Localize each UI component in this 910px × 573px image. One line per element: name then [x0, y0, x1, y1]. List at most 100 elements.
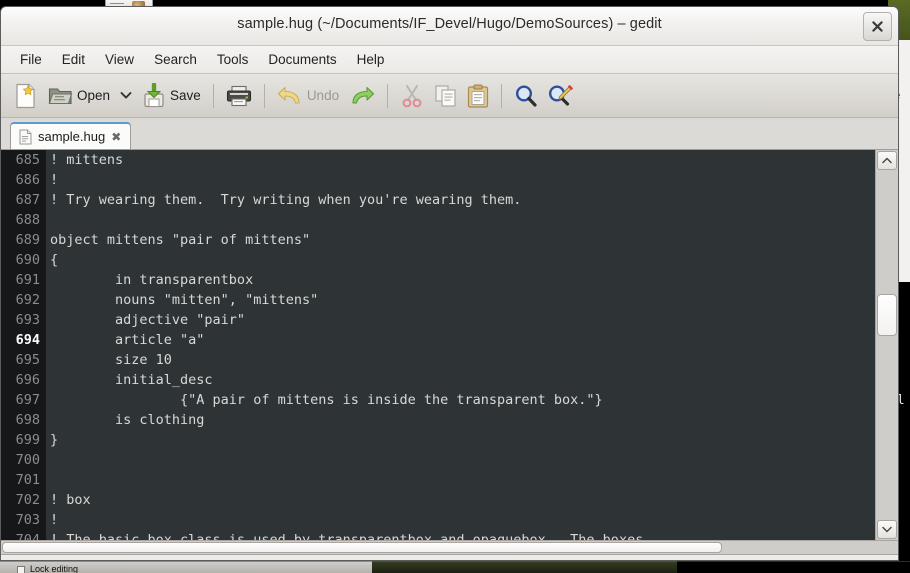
toolbar: Open Save Undo: [1, 74, 898, 118]
close-icon: [872, 21, 883, 32]
line-number: 689: [15, 232, 40, 248]
code-line[interactable]: {"A pair of mittens is inside the transp…: [46, 390, 874, 410]
find-replace-icon: [549, 84, 573, 106]
open-folder-icon: [48, 87, 73, 104]
save-icon: [144, 83, 164, 108]
menu-bar: File Edit View Search Tools Documents He…: [1, 46, 898, 74]
vertical-scrollbar[interactable]: [875, 150, 898, 540]
undo-button[interactable]: Undo: [272, 79, 344, 113]
vertical-scrollbar-thumb[interactable]: [877, 294, 897, 336]
code-line[interactable]: [46, 470, 874, 490]
line-number: 691: [15, 272, 40, 288]
line-number: 695: [15, 352, 40, 368]
taskbar-item-label: Lock editing: [30, 564, 79, 573]
paste-button[interactable]: [462, 79, 494, 113]
menu-search[interactable]: Search: [144, 49, 207, 70]
code-line[interactable]: size 10: [46, 350, 874, 370]
new-document-icon: [16, 83, 35, 108]
code-line[interactable]: ! The basic box class is used by transpa…: [46, 530, 874, 540]
line-number: 694: [15, 332, 40, 348]
code-line[interactable]: ! Try wearing them. Try writing when you…: [46, 190, 874, 210]
line-number: 687: [15, 192, 40, 208]
toolbar-separator-2: [263, 83, 265, 108]
line-number-gutter: 685 686 687 688 689 690 691 692 693 694 695 696 697 6…: [1, 150, 46, 540]
search-icon: [516, 84, 537, 107]
line-number: 699: [15, 432, 40, 448]
editor-area: 685 686 687 688 689 690 691 692 693 694 695 696 697 6…: [1, 150, 898, 540]
code-line[interactable]: initial_desc: [46, 370, 874, 390]
horizontal-scrollbar-thumb[interactable]: [2, 542, 722, 553]
line-number: 692: [15, 292, 40, 308]
taskbar-item-3[interactable]: [677, 561, 910, 573]
chevron-down-icon: [120, 92, 132, 99]
print-button[interactable]: [221, 79, 257, 113]
peek-line-1: [110, 3, 124, 4]
find-replace-button[interactable]: [543, 79, 578, 113]
save-button[interactable]: Save: [137, 79, 206, 113]
cut-scissors-icon: [402, 84, 422, 107]
screen: le g ol sample.hug (~/Documents/IF_Devel…: [0, 0, 910, 573]
open-dropdown-button[interactable]: [115, 79, 137, 113]
line-number: 696: [15, 372, 40, 388]
code-line[interactable]: nouns "mitten", "mittens": [46, 290, 874, 310]
chevron-down-icon: [882, 526, 892, 533]
menu-file[interactable]: File: [10, 49, 52, 70]
line-number: 697: [15, 392, 40, 408]
code-line[interactable]: !: [46, 510, 874, 530]
toolbar-separator-1: [212, 83, 214, 108]
code-line[interactable]: article "a": [46, 330, 874, 350]
copy-icon: [435, 84, 456, 107]
window-title: sample.hug (~/Documents/IF_Devel/Hugo/De…: [237, 16, 662, 32]
line-number: 701: [15, 472, 40, 488]
close-button[interactable]: [863, 12, 892, 41]
menu-tools[interactable]: Tools: [207, 49, 259, 70]
scroll-down-button[interactable]: [877, 520, 897, 539]
save-button-label: Save: [170, 88, 201, 103]
toolbar-separator-4: [501, 83, 503, 108]
undo-icon: [277, 86, 300, 104]
menu-view[interactable]: View: [95, 49, 144, 70]
toolbar-separator-3: [387, 83, 389, 108]
find-button[interactable]: [509, 79, 543, 113]
code-line[interactable]: !: [46, 170, 874, 190]
taskbar: Lock editing: [0, 561, 910, 573]
chevron-up-icon: [882, 157, 892, 164]
taskbar-item-1[interactable]: Lock editing: [0, 561, 372, 573]
line-number: 704: [15, 532, 40, 540]
open-button[interactable]: Open: [43, 79, 115, 113]
horizontal-scrollbar[interactable]: [1, 540, 898, 555]
cut-button[interactable]: [395, 79, 429, 113]
menu-documents[interactable]: Documents: [258, 49, 346, 70]
code-line[interactable]: ! mittens: [46, 150, 874, 170]
code-line[interactable]: [46, 210, 874, 230]
undo-button-label: Undo: [306, 88, 340, 103]
line-number: 688: [15, 212, 40, 228]
redo-button[interactable]: [344, 79, 380, 113]
code-line[interactable]: [46, 450, 874, 470]
line-number: 703: [15, 512, 40, 528]
code-line[interactable]: }: [46, 430, 874, 450]
gedit-window: sample.hug (~/Documents/IF_Devel/Hugo/De…: [0, 6, 899, 561]
paste-icon: [467, 84, 489, 108]
menu-help[interactable]: Help: [347, 49, 395, 70]
code-line[interactable]: is clothing: [46, 410, 874, 430]
document-icon: [19, 129, 32, 144]
code-line[interactable]: {: [46, 250, 874, 270]
checkbox-icon[interactable]: [17, 566, 25, 573]
line-number: 693: [15, 312, 40, 328]
line-number: 686: [15, 172, 40, 188]
redo-icon: [352, 86, 375, 104]
taskbar-item-2[interactable]: [372, 561, 677, 573]
code-line[interactable]: object mittens "pair of mittens": [46, 230, 874, 250]
code-text-area[interactable]: ! mittens!! Try wearing them. Try writin…: [46, 150, 874, 540]
menu-edit[interactable]: Edit: [52, 49, 95, 70]
tab-close-icon[interactable]: ✖: [111, 131, 121, 143]
scroll-up-button[interactable]: [877, 151, 897, 170]
code-line[interactable]: ! box: [46, 490, 874, 510]
copy-button[interactable]: [429, 79, 462, 113]
code-line[interactable]: in transparentbox: [46, 270, 874, 290]
code-line[interactable]: adjective "pair": [46, 310, 874, 330]
title-bar[interactable]: sample.hug (~/Documents/IF_Devel/Hugo/De…: [1, 7, 898, 46]
new-document-button[interactable]: [9, 79, 43, 113]
tab-sample-hug[interactable]: sample.hug ✖: [10, 122, 132, 149]
